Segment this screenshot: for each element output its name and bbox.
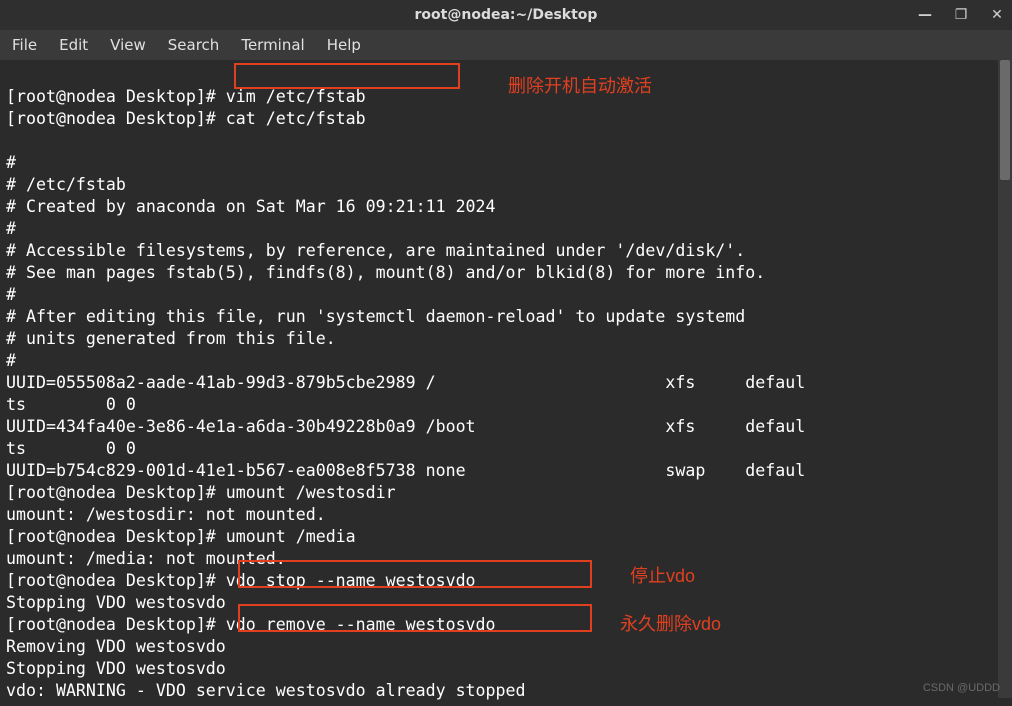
term-line: # (6, 351, 16, 370)
terminal-output[interactable]: [root@nodea Desktop]# vim /etc/fstab [ro… (0, 60, 1012, 706)
term-line: # /etc/fstab (6, 175, 126, 194)
term-line: # (6, 285, 16, 304)
term-line: [root@nodea Desktop]# vdo stop --name we… (6, 571, 476, 590)
title-bar: root@nodea:~/Desktop — ❐ ✕ (0, 0, 1012, 30)
menu-edit[interactable]: Edit (59, 36, 88, 54)
menu-bar: File Edit View Search Terminal Help (0, 30, 1012, 60)
menu-view[interactable]: View (110, 36, 146, 54)
term-line: UUID=055508a2-aade-41ab-99d3-879b5cbe298… (6, 373, 805, 392)
term-line: # Accessible filesystems, by reference, … (6, 241, 745, 260)
term-line: # Created by anaconda on Sat Mar 16 09:2… (6, 197, 496, 216)
menu-file[interactable]: File (12, 36, 37, 54)
menu-terminal[interactable]: Terminal (241, 36, 304, 54)
window-title: root@nodea:~/Desktop (415, 7, 598, 23)
term-line: Removing VDO westosvdo (6, 637, 226, 656)
menu-help[interactable]: Help (327, 36, 361, 54)
term-line: [root@nodea Desktop]# umount /westosdir (6, 483, 396, 502)
term-line: umount: /westosdir: not mounted. (6, 505, 326, 524)
term-line: [root@nodea Desktop]# vdo remove --name … (6, 615, 496, 634)
scrollbar[interactable] (998, 60, 1012, 698)
term-line: ts 0 0 (6, 439, 136, 458)
watermark: CSDN @UDDD (923, 682, 1000, 694)
term-line: Stopping VDO westosvdo (6, 659, 226, 678)
term-line: UUID=434fa40e-3e86-4e1a-a6da-30b49228b0a… (6, 417, 805, 436)
term-line: # See man pages fstab(5), findfs(8), mou… (6, 263, 765, 282)
term-line: # (6, 153, 16, 172)
term-line: Stopping VDO westosvdo (6, 593, 226, 612)
term-line: # units generated from this file. (6, 329, 336, 348)
term-line: ts 0 0 (6, 395, 136, 414)
minimize-button[interactable]: — (916, 7, 934, 23)
term-line: UUID=b754c829-001d-41e1-b567-ea008e8f573… (6, 461, 805, 480)
menu-search[interactable]: Search (168, 36, 220, 54)
term-line: vdo: WARNING - VDO service westosvdo alr… (6, 681, 526, 700)
term-line: [root@nodea Desktop]# vim /etc/fstab (6, 87, 366, 106)
term-line: # After editing this file, run 'systemct… (6, 307, 745, 326)
window-buttons: — ❐ ✕ (916, 0, 1006, 30)
term-line: [root@nodea Desktop]# cat /etc/fstab (6, 109, 366, 128)
term-line: # (6, 219, 16, 238)
close-button[interactable]: ✕ (988, 7, 1006, 23)
term-line: [root@nodea Desktop]# umount /media (6, 527, 356, 546)
scrollbar-thumb[interactable] (1000, 60, 1010, 180)
maximize-button[interactable]: ❐ (952, 7, 970, 23)
term-line: umount: /media: not mounted. (6, 549, 286, 568)
